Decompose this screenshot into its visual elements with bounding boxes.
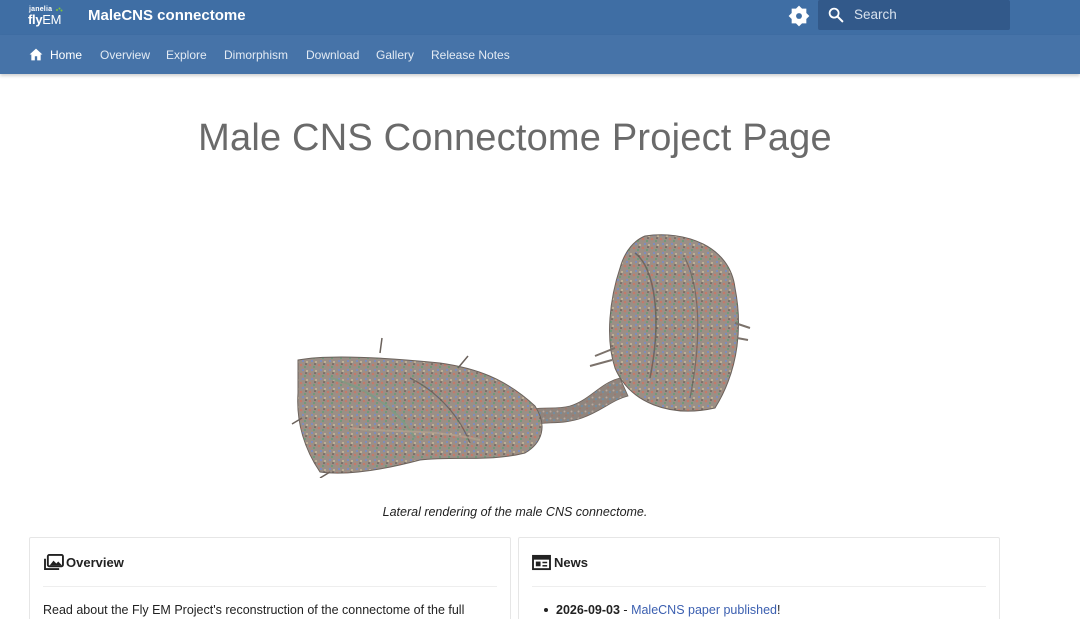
figure-caption: Lateral rendering of the male CNS connec… — [382, 505, 648, 519]
logo-text-flyem: flyEM — [28, 12, 61, 27]
overview-card-text: Read about the Fly EM Project's reconstr… — [43, 603, 465, 617]
tab-overview[interactable]: Overview — [100, 48, 150, 62]
divider — [532, 586, 986, 587]
tab-gallery[interactable]: Gallery — [376, 48, 414, 62]
list-item: 2026-09-03 - MaleCNS paper published! — [532, 603, 780, 617]
news-card-title: News — [554, 555, 588, 570]
tab-home[interactable]: Home — [50, 48, 82, 62]
news-suffix: ! — [776, 603, 781, 617]
navigation-tabs: Home Overview Explore Dimorphism Downloa… — [0, 35, 1080, 74]
overview-card: Overview Read about the Fly EM Project's… — [29, 537, 511, 619]
news-link-malecns-paper[interactable]: MaleCNS paper published — [631, 603, 777, 617]
search-placeholder: Search — [854, 7, 897, 22]
divider — [43, 586, 497, 587]
image-gallery-icon — [44, 554, 64, 571]
bullet-icon — [544, 607, 548, 612]
logo-dots-icon — [56, 7, 63, 12]
search-icon — [828, 7, 844, 23]
tab-explore[interactable]: Explore — [166, 48, 207, 62]
logo-text-fly: fly — [28, 12, 43, 27]
news-card: News 2026-09-03 - MaleCNS paper publishe… — [518, 537, 1000, 619]
news-date: 2026-09-03 — [556, 603, 620, 617]
tab-release-notes[interactable]: Release Notes — [431, 48, 510, 62]
connectome-rendering-image — [291, 234, 751, 478]
theme-toggle-icon[interactable] — [788, 5, 810, 27]
page-title: Male CNS Connectome Project Page — [198, 117, 832, 159]
newspaper-icon — [532, 554, 551, 571]
news-separator: - — [619, 603, 632, 617]
site-title[interactable]: MaleCNS connectome — [88, 7, 246, 24]
tab-dimorphism[interactable]: Dimorphism — [224, 48, 288, 62]
logo-text-em: EM — [42, 12, 62, 27]
home-icon[interactable] — [29, 48, 43, 61]
search-box[interactable]: Search — [818, 0, 1010, 30]
janelia-flyem-logo[interactable]: janelia flyEM — [28, 6, 64, 28]
tab-download[interactable]: Download — [306, 48, 359, 62]
top-header: janelia flyEM MaleCNS connectome Search — [0, 0, 1080, 35]
overview-card-title: Overview — [66, 555, 124, 570]
